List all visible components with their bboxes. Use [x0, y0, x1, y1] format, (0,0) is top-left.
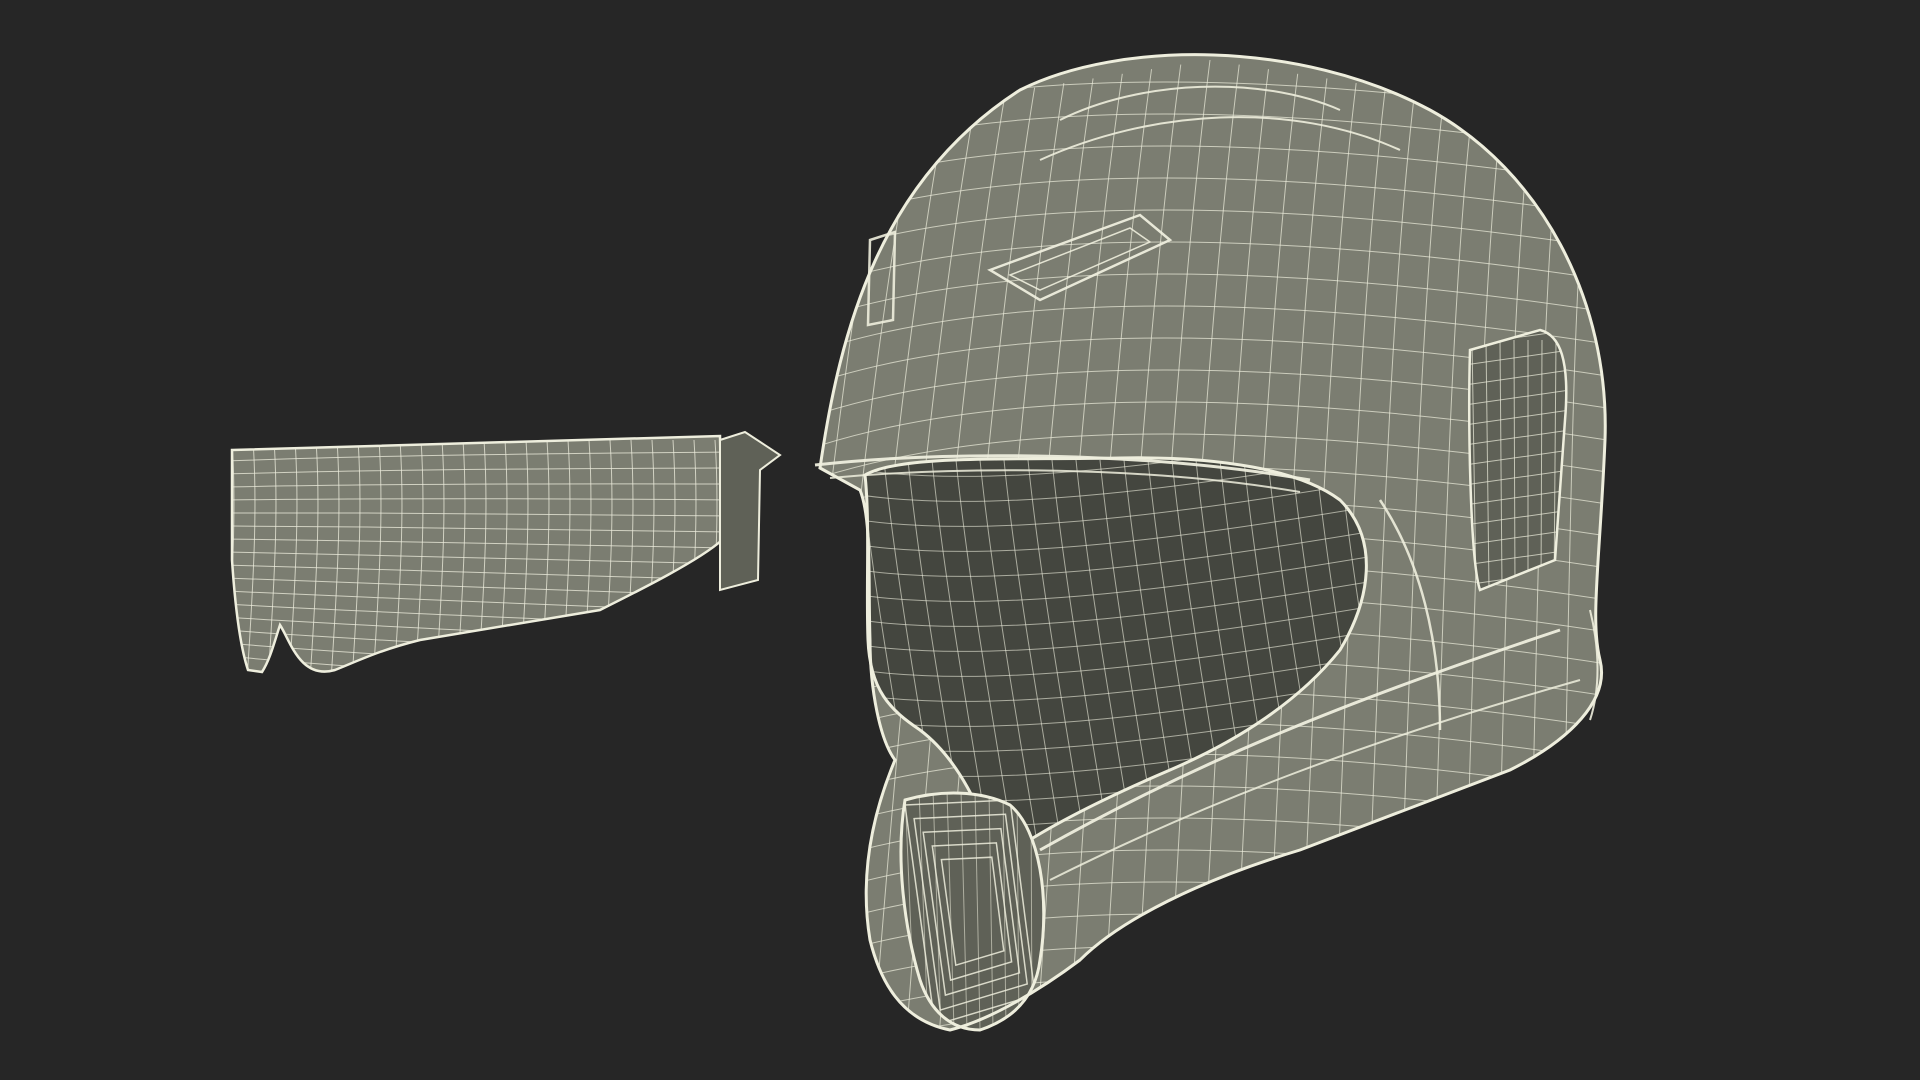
render-viewport [0, 0, 1920, 1080]
scene-canvas [0, 0, 1920, 1080]
helmet-side-panel-surface [1468, 328, 1568, 592]
